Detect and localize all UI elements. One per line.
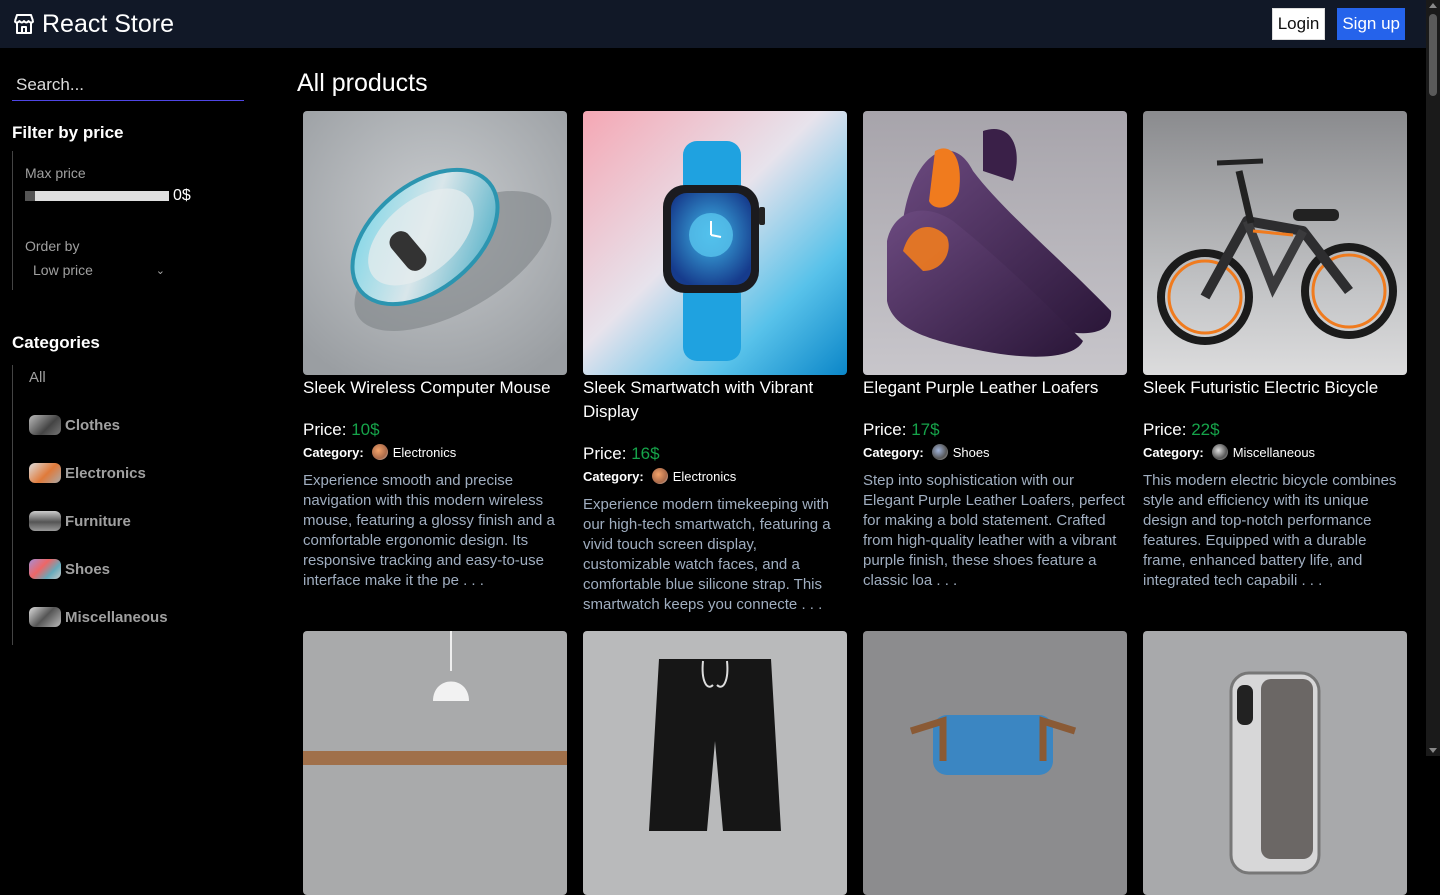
category-name[interactable]: Shoes [953, 445, 990, 460]
scroll-up-icon[interactable] [1429, 3, 1437, 8]
product-image[interactable] [863, 111, 1127, 375]
category-list: All Clothes Electronics Furniture Shoes … [12, 365, 252, 645]
product-image[interactable] [1143, 631, 1407, 895]
brand[interactable]: React Store [12, 10, 174, 39]
order-by-select[interactable]: Low price ⌄ [25, 262, 165, 278]
category-item-electronics[interactable]: Electronics [29, 449, 252, 497]
category-name[interactable]: Electronics [393, 445, 457, 460]
category-avatar [371, 444, 388, 460]
product-title[interactable]: Elegant Purple Leather Loafers [863, 376, 1127, 400]
product-image[interactable] [1143, 111, 1407, 375]
category-label: Furniture [65, 512, 131, 530]
product-card[interactable]: Elegant Purple Leather Loafers Price: 17… [863, 111, 1127, 615]
product-card[interactable] [303, 631, 567, 895]
page-title: All products [297, 69, 428, 97]
page-scrollbar[interactable] [1426, 0, 1440, 756]
product-description: Experience smooth and precise navigation… [303, 472, 555, 589]
category-item-all[interactable]: All [29, 365, 252, 389]
product-price: Price: 22$ [1143, 420, 1407, 440]
category-label: Shoes [65, 560, 111, 578]
category-caption: Category: [583, 468, 644, 484]
max-price-value: 0$ [173, 187, 191, 204]
category-item-miscellaneous[interactable]: Miscellaneous [29, 593, 252, 641]
category-name[interactable]: Miscellaneous [1233, 445, 1315, 460]
category-thumbnail [29, 415, 61, 435]
product-category: Category: Electronics [303, 444, 567, 460]
scroll-down-icon[interactable] [1429, 748, 1437, 753]
chevron-down-icon: ⌄ [155, 264, 165, 277]
price-value: 10$ [351, 420, 380, 439]
categories-title: Categories [12, 333, 100, 352]
max-price-slider-thumb[interactable] [25, 191, 35, 201]
category-thumbnail [29, 463, 61, 483]
product-card[interactable] [583, 631, 847, 895]
scrollbar-thumb[interactable] [1429, 14, 1437, 96]
app-title: React Store [42, 9, 175, 38]
order-by-label: Order by [25, 238, 80, 254]
product-description: Step into sophistication with our Elegan… [863, 472, 1125, 589]
login-button[interactable]: Login [1271, 8, 1326, 40]
product-title[interactable]: Sleek Futuristic Electric Bicycle [1143, 376, 1407, 400]
category-thumbnail [29, 607, 61, 627]
product-description: Experience modern timekeeping with our h… [583, 496, 831, 613]
signup-button[interactable]: Sign up [1337, 8, 1405, 40]
category-label: All [29, 368, 46, 386]
product-card[interactable] [1143, 631, 1407, 895]
max-price-slider[interactable] [25, 191, 169, 201]
product-price: Price: 17$ [863, 420, 1127, 440]
store-icon [12, 12, 36, 36]
product-description: This modern electric bicycle combines st… [1143, 472, 1397, 589]
category-caption: Category: [1143, 444, 1204, 460]
price-label: Price: [583, 444, 632, 463]
price-value: 22$ [1191, 420, 1220, 439]
product-category: Category: Miscellaneous [1143, 444, 1407, 460]
product-card[interactable]: Sleek Smartwatch with Vibrant Display Pr… [583, 111, 847, 615]
price-value: 17$ [911, 420, 940, 439]
product-image[interactable] [583, 111, 847, 375]
product-image[interactable] [303, 111, 567, 375]
price-label: Price: [1143, 420, 1192, 439]
top-navbar: React Store Login Sign up [0, 0, 1426, 48]
product-title[interactable]: Sleek Wireless Computer Mouse [303, 376, 567, 400]
product-category: Category: Electronics [583, 468, 847, 484]
category-avatar [931, 444, 948, 460]
product-grid: Sleek Wireless Computer Mouse Price: 10$… [297, 111, 1417, 895]
category-item-clothes[interactable]: Clothes [29, 401, 252, 449]
product-price: Price: 10$ [303, 420, 567, 440]
category-caption: Category: [863, 444, 924, 460]
price-filter: Max price 0$ Order by Low price ⌄ [12, 151, 252, 290]
price-label: Price: [863, 420, 912, 439]
product-price: Price: 16$ [583, 444, 847, 464]
price-label: Price: [303, 420, 352, 439]
category-label: Miscellaneous [65, 608, 168, 626]
category-item-shoes[interactable]: Shoes [29, 545, 252, 593]
main-content: All products Sleek Wireless Computer Mou… [297, 48, 1417, 895]
category-thumbnail [29, 511, 61, 531]
product-category: Category: Shoes [863, 444, 1127, 460]
category-label: Electronics [65, 464, 146, 482]
category-name[interactable]: Electronics [673, 469, 737, 484]
product-image[interactable] [863, 631, 1127, 895]
category-caption: Category: [303, 444, 364, 460]
order-by-value: Low price [33, 262, 93, 278]
product-card[interactable]: Sleek Futuristic Electric Bicycle Price:… [1143, 111, 1407, 615]
product-image[interactable] [583, 631, 847, 895]
max-price-label: Max price [25, 165, 86, 181]
product-card[interactable] [863, 631, 1127, 895]
sidebar: Filter by price Max price 0$ Order by Lo… [12, 48, 252, 645]
product-card[interactable]: Sleek Wireless Computer Mouse Price: 10$… [303, 111, 567, 615]
product-title[interactable]: Sleek Smartwatch with Vibrant Display [583, 376, 847, 424]
category-item-furniture[interactable]: Furniture [29, 497, 252, 545]
category-avatar [651, 468, 668, 484]
search-input[interactable] [12, 70, 244, 101]
category-thumbnail [29, 559, 61, 579]
price-value: 16$ [631, 444, 660, 463]
product-image[interactable] [303, 631, 567, 895]
category-avatar [1211, 444, 1228, 460]
filter-by-price-title: Filter by price [12, 123, 124, 142]
category-label: Clothes [65, 416, 121, 434]
